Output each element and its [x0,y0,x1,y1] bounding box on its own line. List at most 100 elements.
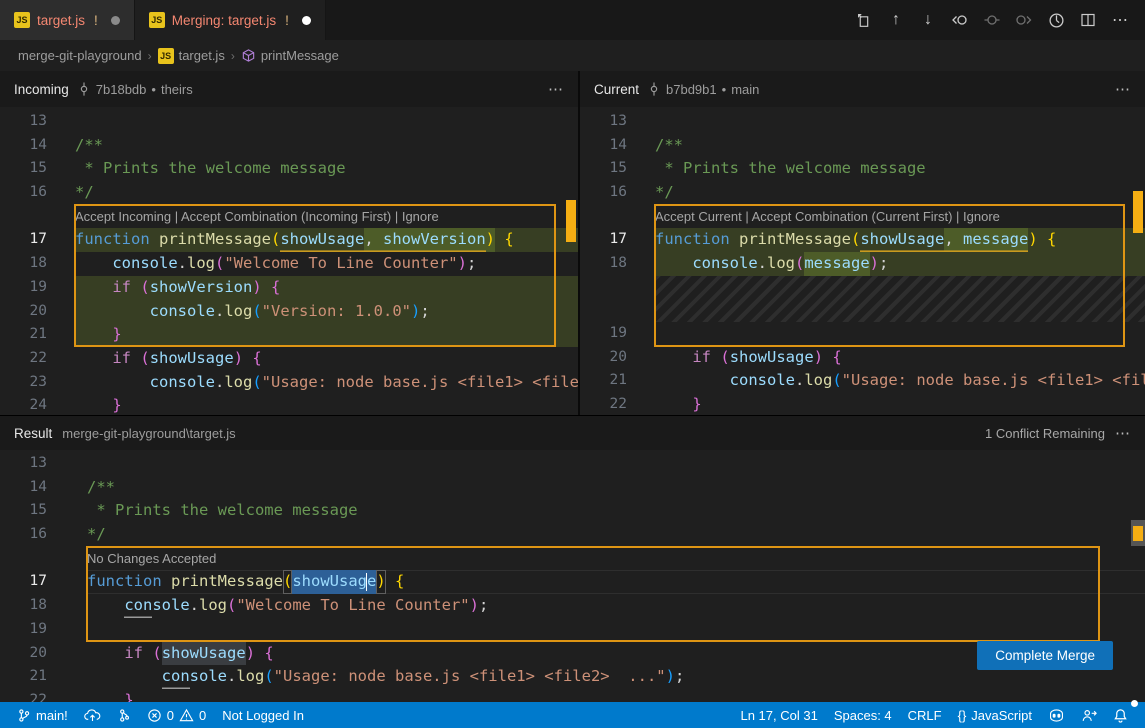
code-line[interactable]: 24 } [0,394,578,415]
code-line[interactable]: 20 if (showUsage) { [0,642,1145,666]
next-conflict-icon[interactable] [1011,7,1037,33]
code-line[interactable]: 18 console.log(message); [580,252,1145,276]
code-token: showUsage [860,228,944,252]
code-line[interactable]: 19 [580,322,1145,346]
code-line[interactable]: 14/** [0,134,578,158]
code-token: showUsage [150,347,234,371]
code-line[interactable]: 18 console.log("Welcome To Line Counter"… [0,594,1145,618]
code-line[interactable]: 21 } [0,323,578,347]
conflict-marker[interactable] [1133,191,1143,233]
code-token [655,393,692,415]
open-changes-icon[interactable] [851,7,877,33]
commit-hash: b7bd9b1 [666,82,717,97]
code-token: { [395,570,404,594]
code-line[interactable]: 21 console.log("Usage: node base.js <fil… [580,369,1145,393]
code-line[interactable]: 16*/ [0,181,578,205]
more-actions-icon[interactable]: ⋯ [1115,80,1131,98]
code-line[interactable]: 16*/ [580,181,1145,205]
more-actions-icon[interactable]: ⋯ [1107,7,1133,33]
eol-setting[interactable]: CRLF [901,702,949,728]
code-line[interactable]: 17function printMessage(showUsage, messa… [580,228,1145,252]
complete-merge-button[interactable]: Complete Merge [977,641,1113,670]
language-mode[interactable]: {} JavaScript [951,702,1039,728]
cursor-position[interactable]: Ln 17, Col 31 [733,702,824,728]
code-line[interactable]: 17function printMessage(showUsage) { [0,570,1145,594]
breadcrumb-symbol[interactable]: printMessage [241,48,339,63]
code-line[interactable]: 22 } [580,393,1145,415]
code-line[interactable]: 15 * Prints the welcome message [580,157,1145,181]
code-token: , [944,228,963,252]
code-line[interactable]: 15 * Prints the welcome message [0,157,578,181]
code-token: showUsage [730,346,814,370]
branch-status[interactable]: main! [10,702,75,728]
tab-merging-target-js[interactable]: JS Merging: target.js ! [135,0,326,40]
incoming-title: Incoming [14,82,69,97]
code-line[interactable]: Accept Current | Accept Combination (Cur… [580,205,1145,229]
code-line[interactable]: 13 [0,110,578,134]
base-icon[interactable] [979,7,1005,33]
dirty-dot-icon[interactable] [302,16,311,25]
code-line[interactable]: 15 * Prints the welcome message [0,499,1145,523]
code-line[interactable] [580,276,1145,322]
indentation-setting[interactable]: Spaces: 4 [827,702,899,728]
code-line[interactable]: 19 if (showVersion) { [0,276,578,300]
conflict-actions[interactable]: Accept Current | Accept Combination (Cur… [655,209,1000,224]
code-line[interactable]: 13 [0,452,1145,476]
more-actions-icon[interactable]: ⋯ [1115,424,1131,442]
conflict-marker[interactable] [1133,526,1143,541]
warning-count: 0 [199,708,206,723]
code-token [655,369,730,393]
feedback[interactable] [1074,702,1104,728]
code-line[interactable]: 22 if (showUsage) { [0,347,578,371]
code-line[interactable]: 23 console.log("Usage: node base.js <fil… [0,371,578,395]
conflict-actions[interactable]: No Changes Accepted [87,551,216,566]
code-line[interactable]: No Changes Accepted [0,547,1145,571]
code-line[interactable]: 21 console.log("Usage: node base.js <fil… [0,665,1145,689]
accept-merge-icon[interactable] [1043,7,1069,33]
scrollbar[interactable] [564,107,578,415]
dirty-dot-icon[interactable] [111,16,120,25]
git-graph-icon [117,708,131,723]
line-number [0,547,87,571]
source-control-graph[interactable] [110,702,138,728]
code-line[interactable]: 14/** [0,476,1145,500]
code-line[interactable]: 22 } [0,689,1145,702]
tab-target-js[interactable]: JS target.js ! [0,0,135,40]
more-actions-icon[interactable]: ⋯ [548,80,564,98]
code-line[interactable]: 13 [580,110,1145,134]
code-line[interactable]: 20 console.log("Version: 1.0.0"); [0,300,578,324]
code-line[interactable]: Accept Incoming | Accept Combination (In… [0,205,578,229]
publish-changes[interactable] [77,702,108,728]
code-token: */ [75,181,94,205]
line-number: 16 [0,523,87,547]
incoming-editor[interactable]: 1314/**15 * Prints the welcome message16… [0,107,578,415]
login-status[interactable]: Not Logged In [215,702,311,728]
previous-change-icon[interactable]: ↑ [883,7,909,33]
notifications[interactable] [1106,702,1135,728]
conflict-marker[interactable] [566,200,576,242]
code-token [131,347,140,371]
scrollbar[interactable] [1131,450,1145,702]
current-editor[interactable]: 1314/**15 * Prints the welcome message16… [580,107,1145,415]
previous-conflict-icon[interactable] [947,7,973,33]
current-title: Current [594,82,639,97]
problems-status[interactable]: 0 0 [140,702,213,728]
eol-label: CRLF [908,708,942,723]
breadcrumb-folder[interactable]: merge-git-playground [18,48,142,63]
code-line[interactable]: 18 console.log("Welcome To Line Counter"… [0,252,578,276]
code-token: if [112,347,131,371]
next-change-icon[interactable]: ↓ [915,7,941,33]
code-line[interactable]: 19 [0,618,1145,642]
split-editor-icon[interactable] [1075,7,1101,33]
code-token: ( [140,347,149,371]
result-editor[interactable]: 1314/**15 * Prints the welcome message16… [0,450,1145,702]
breadcrumb-file[interactable]: JS target.js [158,48,225,64]
code-line[interactable]: 20 if (showUsage) { [580,346,1145,370]
code-token: console [150,300,215,324]
scrollbar[interactable] [1131,107,1145,415]
code-line[interactable]: 14/** [580,134,1145,158]
copilot-status[interactable] [1041,702,1072,728]
code-line[interactable]: 16*/ [0,523,1145,547]
code-line[interactable]: 17function printMessage(showUsage, showV… [0,228,578,252]
conflict-actions[interactable]: Accept Incoming | Accept Combination (In… [75,209,439,224]
